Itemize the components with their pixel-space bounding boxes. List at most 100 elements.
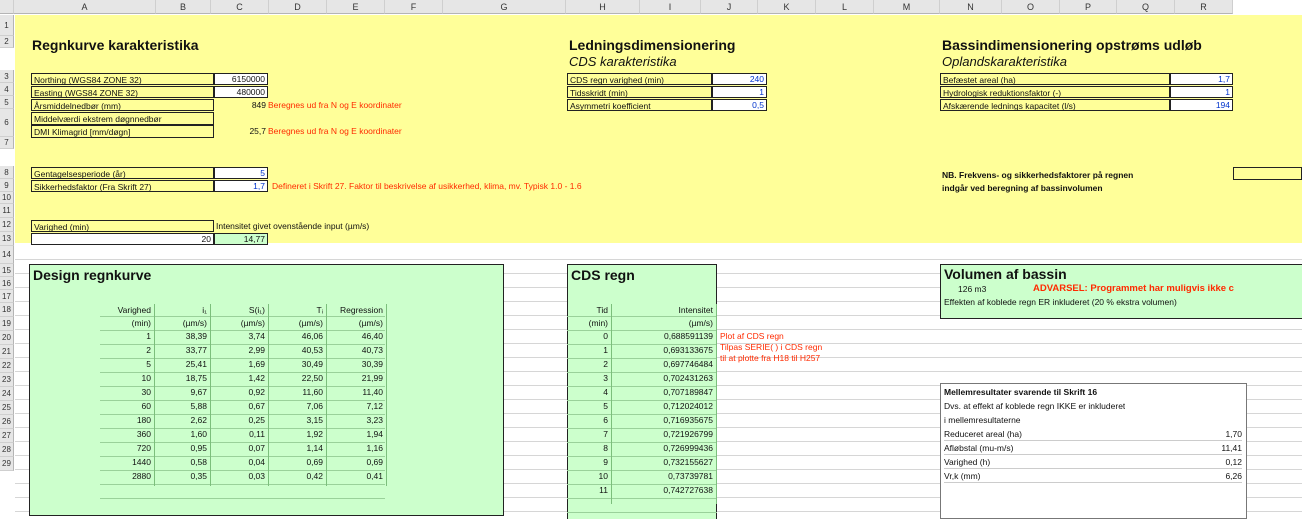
row-header-2[interactable]: 2	[0, 36, 14, 48]
row-header-17[interactable]: 17	[0, 290, 14, 303]
row-header-10[interactable]: 10	[0, 192, 14, 204]
cds-grid-col	[716, 304, 717, 504]
row-header-28[interactable]: 28	[0, 443, 14, 457]
mellem-row-label: Varighed (h)	[944, 456, 1184, 469]
cds-grid-col	[611, 304, 612, 504]
column-header-e[interactable]: E	[327, 0, 385, 14]
row-header-16[interactable]: 16	[0, 277, 14, 290]
bassin-row-label: Afskærende lednings kapacitet (l/s)	[940, 99, 1170, 111]
column-header-l[interactable]: L	[816, 0, 874, 14]
column-header-k[interactable]: K	[758, 0, 816, 14]
column-header-o[interactable]: O	[1002, 0, 1060, 14]
column-header-r[interactable]: R	[1175, 0, 1233, 14]
row-header-12[interactable]: 12	[0, 218, 14, 232]
design-grid-row	[100, 429, 385, 443]
cds-grid-row	[567, 317, 717, 331]
row-header-11[interactable]: 11	[0, 204, 14, 218]
row-header-8[interactable]: 8	[0, 166, 14, 179]
design-grid-row	[100, 485, 385, 499]
gentagelse-input[interactable]: 5	[214, 167, 268, 179]
column-header-a[interactable]: A	[14, 0, 156, 14]
intensitet-value: 14,77	[214, 233, 268, 245]
design-grid-row	[100, 303, 385, 317]
cds-grid-row	[567, 499, 717, 513]
row-header-5[interactable]: 5	[0, 96, 14, 109]
row-header-20[interactable]: 20	[0, 331, 14, 345]
design-grid-col	[210, 304, 211, 486]
bassin-row-input[interactable]: 1,7	[1170, 73, 1233, 85]
row-header-22[interactable]: 22	[0, 359, 14, 373]
row-header-14[interactable]: 14	[0, 246, 14, 264]
varighed-label: Varighed (min)	[31, 220, 214, 232]
ledning-row-input[interactable]: 240	[712, 73, 767, 85]
bassin-empty-input[interactable]	[1233, 167, 1302, 180]
cds-grid-row	[567, 429, 717, 443]
column-header-c[interactable]: C	[211, 0, 269, 14]
sikkerhed-input[interactable]: 1,7	[214, 180, 268, 192]
row-header-13[interactable]: 13	[0, 232, 14, 246]
volumen-warning: ADVARSEL: Programmet har muligvis ikke c	[1033, 283, 1234, 294]
cds-title: CDS regn	[571, 267, 635, 283]
select-all-corner[interactable]	[0, 0, 14, 14]
column-header-m[interactable]: M	[874, 0, 940, 14]
row-header-15[interactable]: 15	[0, 264, 14, 277]
column-header-p[interactable]: P	[1060, 0, 1117, 14]
gentagelse-label: Gentagelsesperiode (år)	[31, 167, 214, 179]
ledning-row-input[interactable]: 1	[712, 86, 767, 98]
column-header-d[interactable]: D	[269, 0, 327, 14]
row-header-24[interactable]: 24	[0, 387, 14, 401]
row-header-19[interactable]: 19	[0, 317, 14, 331]
design-grid-row	[100, 471, 385, 485]
column-header-f[interactable]: F	[385, 0, 443, 14]
mellem-row-value: 0,12	[1184, 456, 1242, 469]
column-header-i[interactable]: I	[640, 0, 701, 14]
intensitet-label: Intensitet givet ovenstående input (µm/s…	[216, 221, 370, 231]
mellem-row-value: 6,26	[1184, 470, 1242, 483]
cds-grid-row	[567, 401, 717, 415]
row-header-3[interactable]: 3	[0, 70, 14, 83]
ledning-row-label: Asymmetri koefficient	[567, 99, 712, 111]
aarsmiddel-value: 849	[251, 100, 266, 110]
column-header-h[interactable]: H	[566, 0, 640, 14]
row-header-1[interactable]: 1	[0, 15, 14, 36]
cds-grid-row	[567, 373, 717, 387]
row-header-4[interactable]: 4	[0, 83, 14, 96]
row-header-21[interactable]: 21	[0, 345, 14, 359]
row-header-29[interactable]: 29	[0, 457, 14, 471]
design-grid-row	[100, 443, 385, 457]
mellem-row-label: Vr,k (mm)	[944, 470, 1184, 483]
design-grid-row	[100, 359, 385, 373]
bassin-row-input[interactable]: 1	[1170, 86, 1233, 98]
easting-input[interactable]: 480000	[214, 86, 268, 98]
row-header-9[interactable]: 9	[0, 179, 14, 192]
row-header-27[interactable]: 27	[0, 429, 14, 443]
bassin-row-label: Befæstet areal (ha)	[940, 73, 1170, 85]
column-header-g[interactable]: G	[443, 0, 566, 14]
mellem-note-1: Dvs. at effekt af koblede regn IKKE er i…	[944, 401, 1126, 411]
row-header-18[interactable]: 18	[0, 303, 14, 317]
column-header-q[interactable]: Q	[1117, 0, 1175, 14]
column-header-b[interactable]: B	[156, 0, 211, 14]
row-header-25[interactable]: 25	[0, 401, 14, 415]
volumen-title: Volumen af bassin	[944, 266, 1067, 282]
row-header-23[interactable]: 23	[0, 373, 14, 387]
mellem-row-label: Reduceret areal (ha)	[944, 428, 1184, 441]
column-header-j[interactable]: J	[701, 0, 758, 14]
ledning-subtitle: CDS karakteristika	[569, 54, 677, 69]
row-header-7[interactable]: 7	[0, 137, 14, 149]
ekstrem-value: 25,7	[249, 126, 266, 136]
cds-grid-row	[567, 471, 717, 485]
cds-grid-row	[567, 443, 717, 457]
row-header-26[interactable]: 26	[0, 415, 14, 429]
volumen-value: 126 m3	[958, 284, 987, 294]
ekstrem-label-2: DMI Klimagrid [mm/døgn]	[31, 125, 214, 138]
bassin-row-input[interactable]: 194	[1170, 99, 1233, 111]
cds-grid-row	[567, 359, 717, 373]
column-header-n[interactable]: N	[940, 0, 1002, 14]
ledning-row-input[interactable]: 0,5	[712, 99, 767, 111]
bassin-title: Bassindimensionering opstrøms udløb	[942, 37, 1202, 53]
northing-input[interactable]: 6150000	[214, 73, 268, 85]
varighed-input[interactable]: 20	[31, 233, 214, 245]
row-header-6[interactable]: 6	[0, 109, 14, 137]
design-grid-col	[154, 304, 155, 486]
